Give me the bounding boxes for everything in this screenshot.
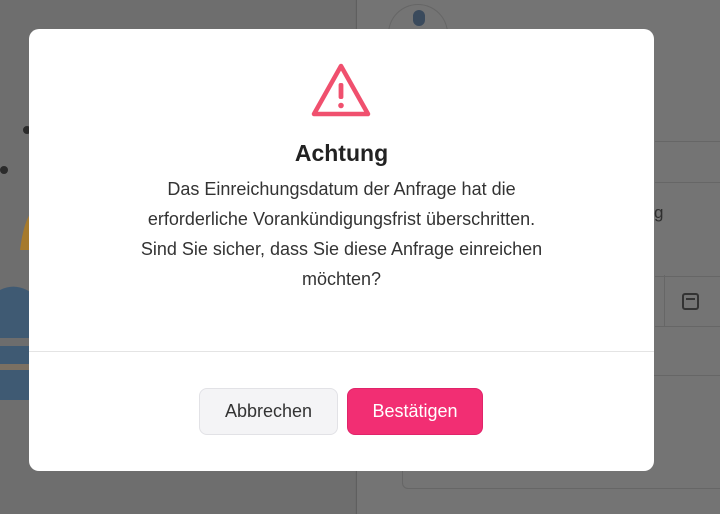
confirm-button[interactable]: Bestätigen bbox=[347, 388, 483, 435]
background-divider bbox=[655, 141, 720, 142]
dialog-message: Das Einreichungsdatum der Anfrage hat di… bbox=[140, 179, 543, 289]
background-divider bbox=[655, 326, 720, 327]
warning-triangle-icon bbox=[311, 63, 371, 117]
background-field-divider bbox=[655, 275, 665, 327]
background-divider bbox=[655, 182, 720, 183]
background-avatar-figure bbox=[413, 10, 425, 26]
cancel-button[interactable]: Abbrechen bbox=[199, 388, 338, 435]
background-text: g bbox=[654, 203, 664, 222]
dialog-separator bbox=[29, 351, 654, 352]
dialog-title: Achtung bbox=[294, 140, 389, 166]
calendar-icon bbox=[682, 293, 699, 310]
confirmation-dialog: Achtung Das Einreichungsdatum der Anfrag… bbox=[29, 29, 654, 471]
